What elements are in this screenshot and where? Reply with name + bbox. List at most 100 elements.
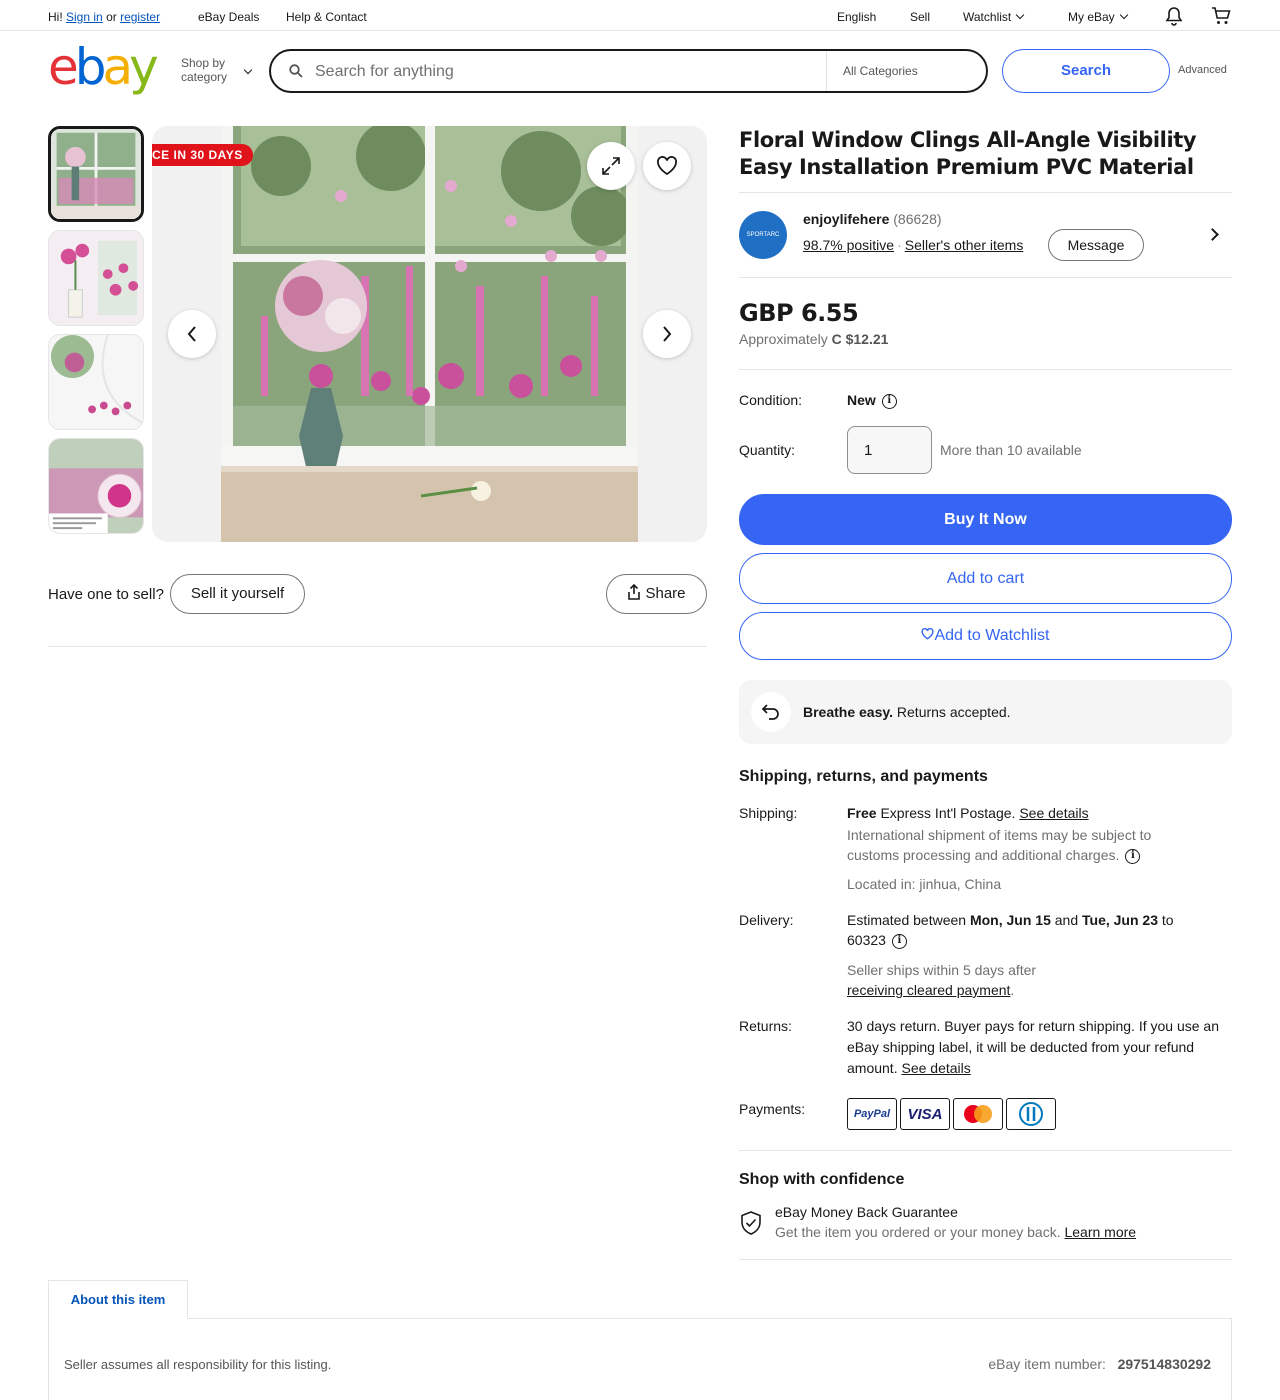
- message-seller-button[interactable]: Message: [1048, 229, 1144, 261]
- thumbnail-4[interactable]: [48, 438, 144, 534]
- add-to-cart-button[interactable]: Add to cart: [739, 553, 1232, 604]
- top-navigation: Hi! Sign in or register eBay Deals Help …: [0, 0, 1280, 31]
- sign-in-link[interactable]: Sign in: [66, 10, 103, 24]
- share-button[interactable]: Share: [606, 574, 707, 614]
- returns-banner-text: Breathe easy. Returns accepted.: [803, 704, 1011, 720]
- heart-icon: [921, 627, 935, 640]
- watchlist-label: Watchlist: [963, 10, 1012, 24]
- divider: [739, 277, 1232, 278]
- condition-value-row: New i: [847, 392, 897, 409]
- info-icon[interactable]: i: [891, 933, 907, 949]
- divider: [739, 1150, 1232, 1151]
- share-icon: [628, 583, 641, 600]
- delivery-zip[interactable]: 60323: [847, 932, 886, 948]
- chevron-right-icon[interactable]: [1206, 228, 1219, 241]
- shipping-see-details-link[interactable]: See details: [1019, 805, 1088, 821]
- quantity-input[interactable]: 1: [847, 426, 932, 474]
- delivery-estimate: Estimated between Mon, Jun 15 and Tue, J…: [847, 910, 1227, 950]
- visa-label: VISA: [907, 1105, 943, 1123]
- delivery-end-date: Tue, Jun 23: [1082, 912, 1158, 928]
- money-back-title: eBay Money Back Guarantee: [775, 1204, 958, 1220]
- category-select[interactable]: All Categories: [826, 51, 986, 91]
- my-ebay-menu[interactable]: My eBay: [1068, 10, 1128, 24]
- payments-label: Payments:: [739, 1101, 806, 1117]
- buy-it-now-button[interactable]: Buy It Now: [739, 494, 1232, 545]
- condition-value: New: [847, 392, 876, 408]
- next-image-button[interactable]: [643, 310, 691, 358]
- paypal-icon: PayPal: [847, 1098, 897, 1130]
- add-to-watchlist-button[interactable]: Add to Watchlist: [739, 612, 1232, 660]
- period: .: [1010, 982, 1015, 998]
- mastercard-icon: [953, 1098, 1003, 1130]
- main-product-image[interactable]: CE IN 30 DAYS: [152, 126, 707, 542]
- approx-price: Approximately C $12.21: [739, 331, 888, 347]
- or-text: or: [106, 10, 117, 24]
- chevron-down-icon: [243, 65, 253, 75]
- money-back-text: Get the item you ordered or your money b…: [775, 1224, 1136, 1240]
- tab-about-this-item[interactable]: About this item: [48, 1280, 188, 1319]
- language-selector[interactable]: English: [837, 10, 876, 24]
- divider: [739, 369, 1232, 370]
- handling-text: Seller ships within 5 days after: [847, 962, 1037, 978]
- sell-it-yourself-button[interactable]: Sell it yourself: [170, 574, 305, 614]
- separator-dot: ·: [897, 237, 902, 253]
- notification-bell-icon[interactable]: [1165, 6, 1183, 29]
- item-price: GBP 6.55: [739, 299, 859, 327]
- search-input[interactable]: Search for anything: [315, 63, 454, 81]
- handling-time: Seller ships within 5 days after receivin…: [847, 960, 1227, 1000]
- shop-confidence-heading: Shop with confidence: [739, 1171, 905, 1188]
- seller-name-link[interactable]: enjoylifehere: [803, 211, 889, 227]
- seller-feedback-count: (86628): [893, 211, 942, 227]
- sell-link[interactable]: Sell: [910, 10, 930, 24]
- search-button[interactable]: Search: [1002, 49, 1170, 93]
- shipping-section-heading: Shipping, returns, and payments: [739, 768, 988, 785]
- return-arrow-icon: [751, 692, 791, 732]
- returns-banner: Breathe easy. Returns accepted.: [739, 680, 1232, 744]
- help-contact-link[interactable]: Help & Contact: [286, 10, 367, 24]
- expand-image-button[interactable]: [587, 142, 635, 190]
- approx-value: C $12.21: [831, 331, 889, 347]
- thumbnail-2[interactable]: [48, 230, 144, 326]
- advanced-search-link[interactable]: Advanced: [1178, 64, 1227, 76]
- seller-avatar[interactable]: SPORTARC: [739, 211, 787, 259]
- share-label: Share: [645, 585, 686, 602]
- diners-club-icon: [1006, 1098, 1056, 1130]
- returns-banner-bold: Breathe easy.: [803, 704, 894, 720]
- watchlist-menu[interactable]: Watchlist: [963, 10, 1025, 24]
- thumbnail-image: [49, 439, 143, 533]
- previous-image-button[interactable]: [168, 310, 216, 358]
- returns-label: Returns:: [739, 1018, 792, 1034]
- item-title: Floral Window Clings All-Angle Visibilit…: [739, 128, 1197, 179]
- info-icon[interactable]: i: [1125, 848, 1141, 864]
- learn-more-link[interactable]: Learn more: [1064, 1224, 1136, 1240]
- shop-by-category-button[interactable]: Shop by category: [181, 56, 253, 84]
- visa-icon: VISA: [900, 1098, 950, 1130]
- register-link[interactable]: register: [120, 10, 160, 24]
- have-one-to-sell-label: Have one to sell?: [48, 586, 164, 603]
- seller-name-row: enjoylifehere (86628): [803, 211, 942, 227]
- greeting: Hi! Sign in or register: [48, 10, 160, 24]
- add-to-watchlist-label: Add to Watchlist: [934, 627, 1050, 644]
- cart-icon[interactable]: [1211, 6, 1231, 29]
- returns-see-details-link[interactable]: See details: [901, 1060, 970, 1076]
- logo-letter-b: b: [74, 38, 107, 96]
- international-note: International shipment of items may be s…: [847, 825, 1192, 865]
- cleared-payment-link[interactable]: receiving cleared payment: [847, 982, 1010, 998]
- ebay-logo[interactable]: ebay: [48, 42, 159, 92]
- delivery-prefix: Estimated between: [847, 912, 967, 928]
- item-number-value: 297514830292: [1117, 1356, 1211, 1372]
- returns-ribbon: CE IN 30 DAYS: [152, 144, 253, 166]
- ebay-deals-link[interactable]: eBay Deals: [198, 10, 259, 24]
- item-location: Located in: jinhua, China: [847, 876, 1002, 892]
- seller-other-items-link[interactable]: Seller's other items: [905, 237, 1024, 253]
- seller-positive-link[interactable]: 98.7% positive: [803, 237, 894, 253]
- watch-heart-button[interactable]: [643, 142, 691, 190]
- about-item-panel: Seller assumes all responsibility for th…: [48, 1318, 1232, 1400]
- thumbnail-image: [51, 129, 141, 219]
- logo-letter-y: y: [129, 38, 159, 96]
- thumbnail-1[interactable]: [48, 126, 144, 222]
- money-back-description: Get the item you ordered or your money b…: [775, 1224, 1061, 1240]
- info-icon[interactable]: i: [881, 393, 897, 409]
- thumbnail-3[interactable]: [48, 334, 144, 430]
- seller-links: 98.7% positive · Seller's other items: [803, 237, 1023, 253]
